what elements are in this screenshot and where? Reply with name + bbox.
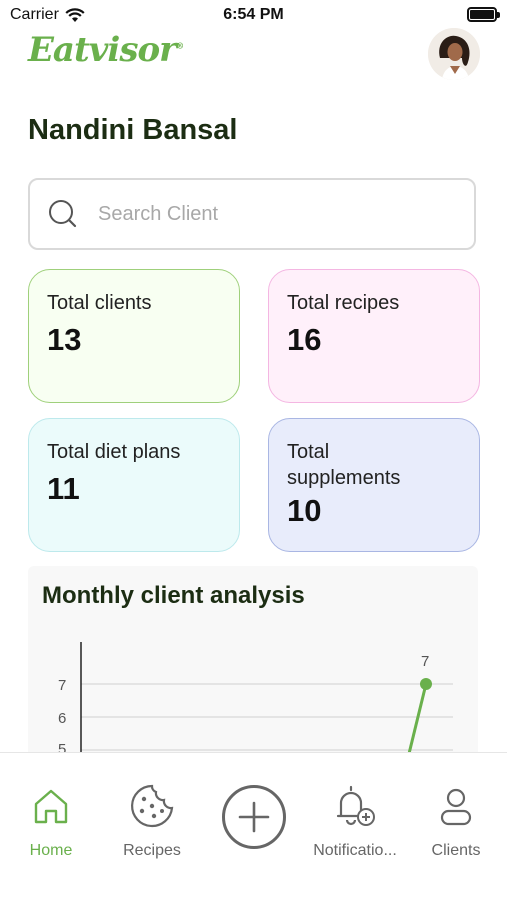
- bell-add-icon: [336, 785, 375, 826]
- tab-label: Recipes: [123, 842, 181, 859]
- status-time: 6:54 PM: [223, 6, 284, 23]
- stat-label: Total recipes: [287, 292, 400, 314]
- profile-photo: [428, 28, 480, 80]
- registered-mark: ®: [176, 40, 184, 51]
- data-point-label: 7: [421, 653, 429, 670]
- home-icon: [34, 789, 68, 824]
- search-icon: [49, 200, 77, 228]
- logo-text: Eatvisor: [28, 30, 177, 70]
- cookie-icon: [131, 784, 174, 828]
- stat-card-total-recipes[interactable]: Total recipes 16: [268, 269, 480, 403]
- search-bar[interactable]: [28, 178, 476, 250]
- stat-label: Total diet plans: [47, 441, 181, 463]
- stat-value: 13: [47, 322, 82, 357]
- search-input[interactable]: [98, 202, 438, 226]
- stat-value: 16: [287, 322, 322, 357]
- avatar[interactable]: [428, 28, 480, 80]
- add-button[interactable]: [222, 785, 286, 849]
- line-chart: 7 6 5 7: [58, 642, 453, 766]
- person-icon: [440, 788, 472, 826]
- page-title: Nandini Bansal: [28, 114, 238, 146]
- plus-icon: [238, 801, 270, 833]
- stat-label: Total supplements: [287, 441, 401, 489]
- bottom-tab-bar: Home Recipes Notificatio... Clients: [0, 752, 507, 900]
- battery-icon: [467, 7, 500, 22]
- chart-panel: Monthly client analysis 7 6 5 7: [28, 566, 478, 766]
- stat-value: 11: [47, 471, 80, 506]
- y-tick-label-6: 6: [58, 710, 66, 727]
- status-bar: Carrier 6:54 PM: [0, 0, 507, 30]
- tab-label: Clients: [431, 842, 481, 859]
- stat-card-total-supplements[interactable]: Total supplements 10: [268, 418, 480, 552]
- stat-card-total-diet-plans[interactable]: Total diet plans 11: [28, 418, 240, 552]
- stat-value: 10: [287, 493, 322, 528]
- data-point: [420, 678, 432, 690]
- app-header: Eatvisor®: [0, 28, 507, 88]
- stat-label: Total clients: [47, 292, 152, 314]
- y-tick-label-7: 7: [58, 677, 66, 694]
- stat-card-total-clients[interactable]: Total clients 13: [28, 269, 240, 403]
- app-logo: Eatvisor®: [28, 30, 184, 70]
